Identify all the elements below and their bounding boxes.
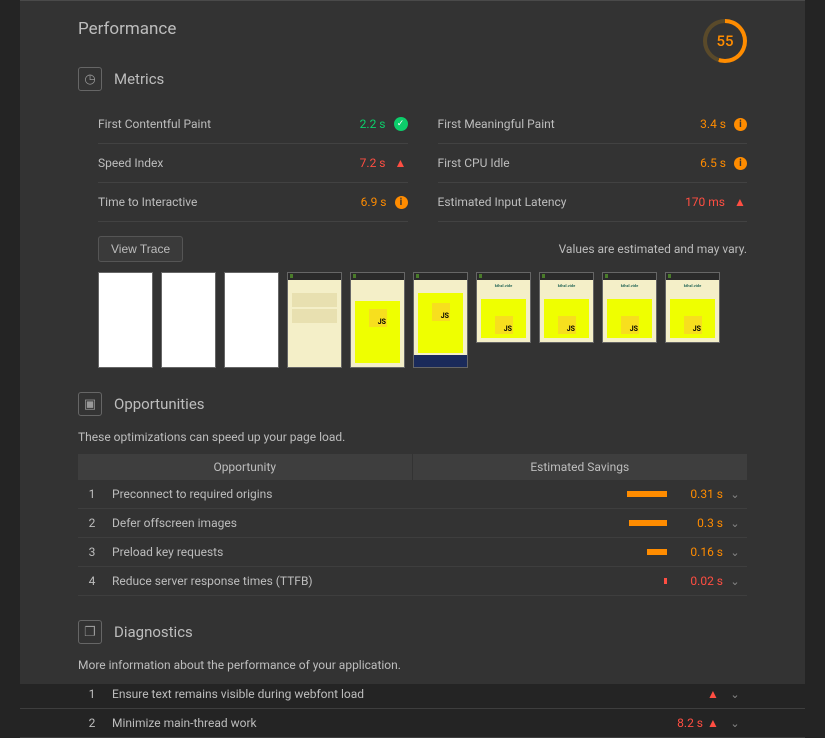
row-index: 1 xyxy=(78,687,106,701)
info-icon: i xyxy=(734,118,747,131)
savings-bar xyxy=(595,549,675,555)
performance-score-value: 55 xyxy=(716,32,733,50)
opportunities-header: Opportunity Estimated Savings xyxy=(78,454,747,480)
warning-icon: ▲ xyxy=(733,195,747,209)
filmstrip-frame[interactable]: kthxl.videJS xyxy=(602,272,657,343)
opportunity-row[interactable]: 1Preconnect to required origins 0.31 s⌄ xyxy=(78,480,747,509)
metrics-grid: First Contentful Paint 2.2 s ✓ First Mean… xyxy=(20,91,805,222)
metric-fcp[interactable]: First Contentful Paint 2.2 s ✓ xyxy=(98,105,408,144)
savings-value: 0.16 s xyxy=(675,545,723,559)
view-trace-button[interactable]: View Trace xyxy=(98,236,183,262)
col-opportunity: Opportunity xyxy=(78,454,413,480)
metric-eil[interactable]: Estimated Input Latency 170 ms ▲ xyxy=(438,183,748,222)
metric-value: 2.2 s xyxy=(360,117,386,131)
chevron-down-icon[interactable]: ⌄ xyxy=(723,517,747,530)
diagnostic-value: 8.2 s xyxy=(655,716,703,730)
metric-label: First Contentful Paint xyxy=(98,117,211,131)
filmstrip-frame[interactable] xyxy=(98,272,153,368)
savings-bar xyxy=(595,578,675,584)
filmstrip-frame[interactable]: kthxl.videJS xyxy=(665,272,720,343)
opportunity-row[interactable]: 4Reduce server response times (TTFB) 0.02… xyxy=(78,567,747,596)
warning-icon: ▲ xyxy=(703,716,723,730)
metric-label: Time to Interactive xyxy=(98,195,197,209)
savings-value: 0.3 s xyxy=(675,516,723,530)
clipboard-icon: ❐ xyxy=(78,620,102,644)
info-icon: i xyxy=(734,157,747,170)
row-index: 2 xyxy=(78,516,106,530)
row-index: 4 xyxy=(78,574,106,588)
filmstrip-frame[interactable] xyxy=(224,272,279,368)
opportunities-icon: ▣ xyxy=(78,392,102,416)
warning-icon: ▲ xyxy=(703,687,723,701)
diagnostic-name: Minimize main-thread work xyxy=(106,716,655,730)
row-index: 2 xyxy=(78,716,106,730)
stopwatch-icon: ◷ xyxy=(78,67,102,91)
metric-fci[interactable]: First CPU Idle 6.5 s i xyxy=(438,144,748,183)
diagnostic-row[interactable]: 1Ensure text remains visible during webf… xyxy=(20,680,805,709)
filmstrip-frame[interactable]: JS xyxy=(350,272,405,368)
opportunities-heading: Opportunities xyxy=(114,395,205,413)
warning-icon: ▲ xyxy=(394,156,408,170)
metric-value: 7.2 s xyxy=(360,156,386,170)
savings-value: 0.02 s xyxy=(675,574,723,588)
page-title: Performance xyxy=(78,19,176,39)
filmstrip-frame[interactable]: kthxl.videJS xyxy=(476,272,531,343)
metric-value: 6.9 s xyxy=(361,195,387,209)
opportunity-name: Preload key requests xyxy=(106,545,595,559)
diagnostic-row[interactable]: 2Minimize main-thread work8.2 s▲⌄ xyxy=(20,709,805,738)
metric-label: First CPU Idle xyxy=(438,156,510,170)
performance-score-gauge: 55 xyxy=(703,19,747,63)
opportunity-name: Reduce server response times (TTFB) xyxy=(106,574,595,588)
chevron-down-icon[interactable]: ⌄ xyxy=(723,717,747,730)
metric-value: 6.5 s xyxy=(700,156,726,170)
metrics-heading: Metrics xyxy=(114,70,164,88)
metric-label: Speed Index xyxy=(98,156,163,170)
opportunity-row[interactable]: 2Defer offscreen images 0.3 s⌄ xyxy=(78,509,747,538)
metric-label: Estimated Input Latency xyxy=(438,195,567,209)
metric-si[interactable]: Speed Index 7.2 s ▲ xyxy=(98,144,408,183)
estimate-note: Values are estimated and may vary. xyxy=(559,242,747,256)
opportunity-name: Defer offscreen images xyxy=(106,516,595,530)
diagnostics-heading: Diagnostics xyxy=(114,623,193,641)
chevron-down-icon[interactable]: ⌄ xyxy=(723,575,747,588)
opportunity-row[interactable]: 3Preload key requests 0.16 s⌄ xyxy=(78,538,747,567)
filmstrip-frame[interactable]: kthxl.videJS xyxy=(539,272,594,343)
filmstrip-frame[interactable] xyxy=(287,272,342,368)
diagnostic-name: Ensure text remains visible during webfo… xyxy=(106,687,655,701)
info-icon: i xyxy=(395,196,408,209)
chevron-down-icon[interactable]: ⌄ xyxy=(723,488,747,501)
savings-value: 0.31 s xyxy=(675,487,723,501)
filmstrip-frame[interactable] xyxy=(161,272,216,368)
savings-bar xyxy=(595,520,675,526)
row-index: 3 xyxy=(78,545,106,559)
filmstrip-frame[interactable]: JS xyxy=(413,272,468,368)
diagnostics-subtext: More information about the performance o… xyxy=(20,644,805,672)
col-savings: Estimated Savings xyxy=(413,454,748,480)
opportunities-subtext: These optimizations can speed up your pa… xyxy=(20,416,805,444)
metric-tti[interactable]: Time to Interactive 6.9 s i xyxy=(98,183,408,222)
filmstrip: JS JS kthxl.videJS kthxl.videJS kthxl.vi… xyxy=(20,262,805,368)
metric-fmp[interactable]: First Meaningful Paint 3.4 s i xyxy=(438,105,748,144)
chevron-down-icon[interactable]: ⌄ xyxy=(723,546,747,559)
savings-bar xyxy=(595,491,675,497)
metric-value: 3.4 s xyxy=(700,117,726,131)
chevron-down-icon[interactable]: ⌄ xyxy=(723,688,747,701)
metric-value: 170 ms xyxy=(685,195,725,209)
opportunity-name: Preconnect to required origins xyxy=(106,487,595,501)
check-icon: ✓ xyxy=(394,117,408,131)
metric-label: First Meaningful Paint xyxy=(438,117,555,131)
row-index: 1 xyxy=(78,487,106,501)
